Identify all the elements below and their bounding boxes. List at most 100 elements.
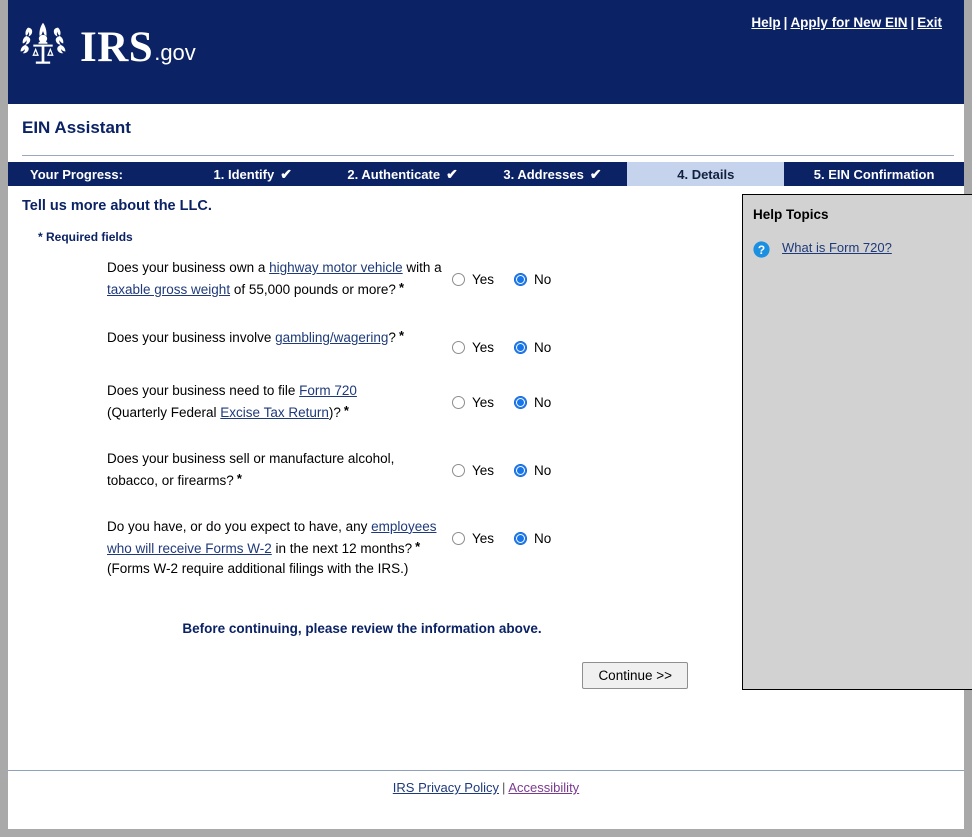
radio-yes-gambling-wagering[interactable] <box>452 341 465 354</box>
footer: IRS Privacy Policy|Accessibility <box>8 780 964 795</box>
logo-gov-text: .gov <box>154 40 196 66</box>
check-icon: ✔ <box>280 167 292 181</box>
progress-step-authenticate[interactable]: 2. Authenticate ✔ <box>328 162 478 186</box>
q1-part-0: Does your business own a <box>107 260 269 275</box>
progress-bar: Your Progress: 1. Identify ✔ 2. Authenti… <box>8 162 964 186</box>
q3-part-4: )? <box>329 405 341 420</box>
question-row: Does your business sell or manufacture a… <box>22 449 732 491</box>
radio-yes-label: Yes <box>472 395 494 410</box>
q3-part-2: (Quarterly Federal <box>107 405 220 420</box>
logo-irs-text: IRS <box>80 26 153 69</box>
radio-option-no[interactable]: No <box>514 531 551 546</box>
question-row: Does your business involve gambling/wage… <box>22 326 732 355</box>
radio-no-alcohol-tobacco-firearms[interactable] <box>514 464 527 477</box>
required-star: * <box>38 230 43 244</box>
radio-option-yes[interactable]: Yes <box>452 463 494 478</box>
continue-button[interactable]: Continue >> <box>582 662 688 689</box>
progress-step-ein-confirmation-label: 5. EIN Confirmation <box>814 167 935 182</box>
question-row: Does your business need to file Form 720… <box>22 381 732 423</box>
required-star: * <box>412 539 420 554</box>
radio-no-label: No <box>534 463 551 478</box>
progress-step-authenticate-label: 2. Authenticate <box>347 167 440 182</box>
radio-yes-alcohol-tobacco-firearms[interactable] <box>452 464 465 477</box>
continue-button-area: Continue >> <box>22 662 732 689</box>
radio-no-form-720[interactable] <box>514 396 527 409</box>
body-region: Tell us more about the LLC. * Required f… <box>8 186 964 752</box>
radio-yes-highway-motor-vehicle[interactable] <box>452 273 465 286</box>
page-title-area: EIN Assistant <box>8 104 964 150</box>
apply-for-new-ein-link[interactable]: Apply for New EIN <box>790 15 907 30</box>
radio-yes-label: Yes <box>472 463 494 478</box>
radio-yes-form-720[interactable] <box>452 396 465 409</box>
required-fields-note: * Required fields <box>38 230 732 244</box>
radio-option-yes[interactable]: Yes <box>452 395 494 410</box>
svg-text:?: ? <box>758 243 765 257</box>
required-fields-label: Required fields <box>46 230 133 244</box>
progress-step-identify-label: 1. Identify <box>214 167 275 182</box>
question-text-gambling-wagering: Does your business involve gambling/wage… <box>22 326 446 348</box>
required-star: * <box>396 280 404 295</box>
q1-part-2: with a <box>403 260 442 275</box>
accessibility-link[interactable]: Accessibility <box>508 780 579 795</box>
radio-no-employees-w2[interactable] <box>514 532 527 545</box>
what-is-form-720-link[interactable]: What is Form 720? <box>782 240 892 257</box>
radio-option-no[interactable]: No <box>514 340 551 355</box>
help-topic-item[interactable]: ? What is Form 720? <box>753 240 962 258</box>
question-text-highway-motor-vehicle: Does your business own a highway motor v… <box>22 258 446 300</box>
question-row: Does your business own a highway motor v… <box>22 258 732 300</box>
progress-step-addresses-label: 3. Addresses <box>503 167 583 182</box>
radio-no-gambling-wagering[interactable] <box>514 341 527 354</box>
footer-separator: | <box>499 780 508 795</box>
radio-no-label: No <box>534 340 551 355</box>
radio-no-label: No <box>534 272 551 287</box>
radio-option-no[interactable]: No <box>514 395 551 410</box>
excise-tax-return-link[interactable]: Excise Tax Return <box>220 405 329 420</box>
answer-group-highway-motor-vehicle: Yes No <box>452 258 571 287</box>
review-notice: Before continuing, please review the inf… <box>22 621 732 636</box>
question-text-alcohol-tobacco-firearms: Does your business sell or manufacture a… <box>22 449 446 491</box>
help-link[interactable]: Help <box>751 15 780 30</box>
radio-no-label: No <box>534 395 551 410</box>
taxable-gross-weight-link[interactable]: taxable gross weight <box>107 282 230 297</box>
progress-label: Your Progress: <box>8 162 178 186</box>
highway-motor-vehicle-link[interactable]: highway motor vehicle <box>269 260 403 275</box>
question-row: Do you have, or do you expect to have, a… <box>22 517 732 579</box>
q2-part-2: ? <box>388 330 396 345</box>
q5-trailing-text: (Forms W-2 require additional filings wi… <box>107 561 408 576</box>
progress-step-identify[interactable]: 1. Identify ✔ <box>178 162 328 186</box>
banner-link-group: Help|Apply for New EIN|Exit <box>751 15 942 30</box>
irs-privacy-policy-link[interactable]: IRS Privacy Policy <box>393 780 499 795</box>
radio-option-no[interactable]: No <box>514 272 551 287</box>
progress-step-addresses[interactable]: 3. Addresses ✔ <box>478 162 628 186</box>
progress-step-details-label: 4. Details <box>677 167 734 182</box>
form-720-link[interactable]: Form 720 <box>299 383 357 398</box>
radio-option-yes[interactable]: Yes <box>452 340 494 355</box>
answer-group-employees-w2: Yes No <box>452 517 571 546</box>
radio-option-no[interactable]: No <box>514 463 551 478</box>
radio-option-yes[interactable]: Yes <box>452 531 494 546</box>
irs-logo: IRS .gov <box>12 16 196 78</box>
radio-yes-employees-w2[interactable] <box>452 532 465 545</box>
section-heading: Tell us more about the LLC. <box>22 198 732 214</box>
irs-eagle-scales-seal-icon <box>12 16 74 78</box>
title-divider <box>22 155 954 156</box>
help-topics-title: Help Topics <box>753 207 962 222</box>
radio-option-yes[interactable]: Yes <box>452 272 494 287</box>
progress-step-details[interactable]: 4. Details <box>627 162 784 186</box>
gambling-wagering-link[interactable]: gambling/wagering <box>275 330 388 345</box>
radio-yes-label: Yes <box>472 340 494 355</box>
q1-part-4: of 55,000 pounds or more? <box>230 282 396 297</box>
progress-step-ein-confirmation[interactable]: 5. EIN Confirmation <box>784 162 964 186</box>
form-content: Tell us more about the LLC. * Required f… <box>8 186 732 689</box>
q2-part-0: Does your business involve <box>107 330 275 345</box>
exit-link[interactable]: Exit <box>917 15 942 30</box>
q5-part-0: Do you have, or do you expect to have, a… <box>107 519 371 534</box>
radio-no-highway-motor-vehicle[interactable] <box>514 273 527 286</box>
radio-yes-label: Yes <box>472 272 494 287</box>
help-topics-panel: Help Topics ? What is Form 720? <box>742 194 972 690</box>
answer-group-alcohol-tobacco-firearms: Yes No <box>452 449 571 478</box>
required-star: * <box>396 328 404 343</box>
q3-part-0: Does your business need to file <box>107 383 299 398</box>
footer-divider <box>8 770 964 771</box>
check-icon: ✔ <box>590 167 602 181</box>
